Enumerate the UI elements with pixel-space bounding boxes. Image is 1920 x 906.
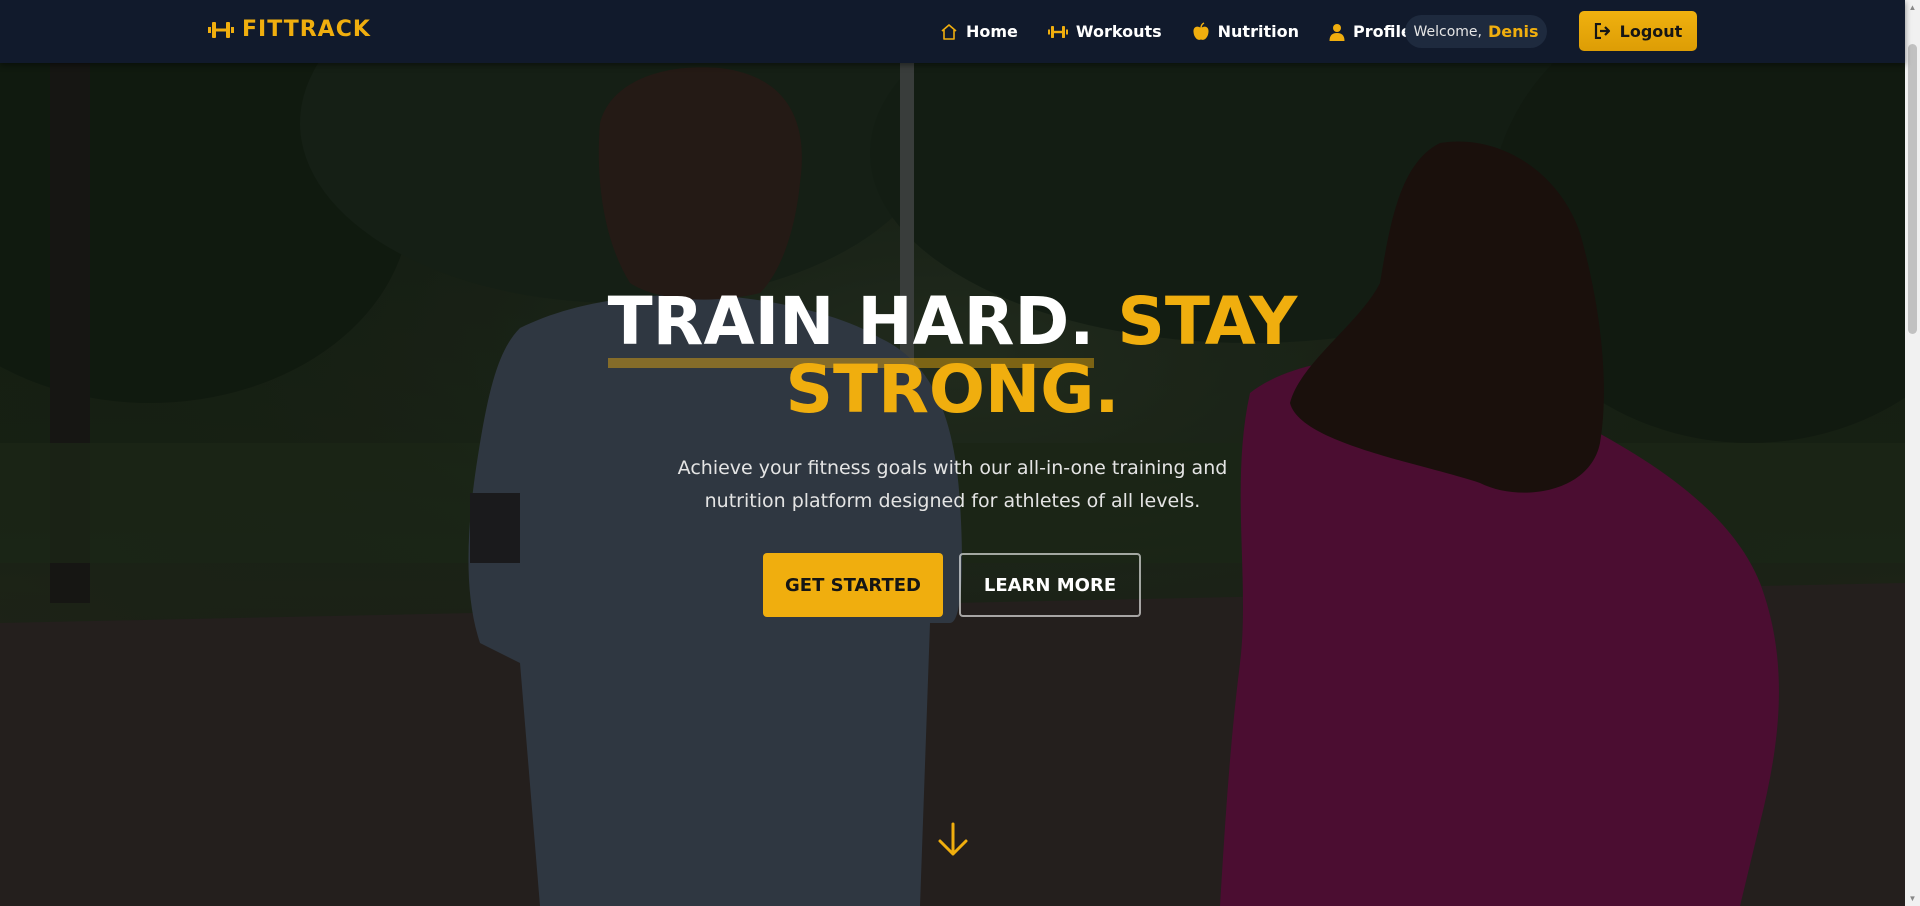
nav-item-home[interactable]: Home <box>940 22 1018 41</box>
learn-more-button[interactable]: LEARN MORE <box>959 553 1141 617</box>
arrow-down-icon[interactable] <box>936 820 970 860</box>
home-icon <box>941 23 957 40</box>
nav-item-label: Workouts <box>1075 22 1162 41</box>
user-icon <box>1329 23 1345 41</box>
nav-item-label: Home <box>966 22 1018 41</box>
apple-icon <box>1193 21 1209 40</box>
logout-label: Logout <box>1619 21 1683 41</box>
hero-subtitle: Achieve your fitness goals with our all-… <box>0 452 1905 518</box>
nav-item-label: Profile <box>1352 22 1412 41</box>
nav-item-profile[interactable]: Profile <box>1329 22 1412 41</box>
nav-item-label: Nutrition <box>1217 22 1299 41</box>
scrollbar-thumb[interactable] <box>1908 44 1917 334</box>
get-started-button[interactable]: GET STARTED <box>763 553 943 617</box>
vertical-scrollbar[interactable]: ▲ ▼ <box>1905 0 1920 906</box>
title-underline <box>607 358 1095 368</box>
navbar: FITTRACK Home Workouts Nutrition Profile… <box>0 0 1905 63</box>
logout-icon <box>1594 23 1610 39</box>
hero-title: TRAIN HARD. STAY STRONG. <box>0 288 1905 424</box>
logout-button[interactable]: Logout <box>1579 11 1697 51</box>
hero-title-white: TRAIN HARD. <box>607 288 1095 368</box>
hero-subtitle-line: nutrition platform designed for athletes… <box>704 490 1201 512</box>
scroll-up-icon[interactable]: ▲ <box>1905 0 1920 15</box>
dumbbell-icon <box>1047 25 1068 38</box>
hero-subtitle-line: Achieve your fitness goals with our all-… <box>677 457 1228 479</box>
nav-item-workouts[interactable]: Workouts <box>1047 22 1162 41</box>
hero-section: TRAIN HARD. STAY STRONG. Achieve your fi… <box>0 63 1905 906</box>
brand-logo[interactable]: FITTRACK <box>208 17 371 42</box>
hero-title-gold-1: STAY <box>1117 283 1298 360</box>
user-name: Denis <box>1487 22 1539 41</box>
welcome-label: Welcome, <box>1413 23 1482 40</box>
brand-name: FITTRACK <box>242 17 371 42</box>
nav-item-nutrition[interactable]: Nutrition <box>1192 21 1299 42</box>
nav-links: Home Workouts Nutrition Profile <box>940 0 1412 63</box>
welcome-badge: Welcome, Denis <box>1405 15 1547 48</box>
scroll-down-icon[interactable]: ▼ <box>1905 891 1920 906</box>
dumbbell-icon <box>208 21 234 38</box>
